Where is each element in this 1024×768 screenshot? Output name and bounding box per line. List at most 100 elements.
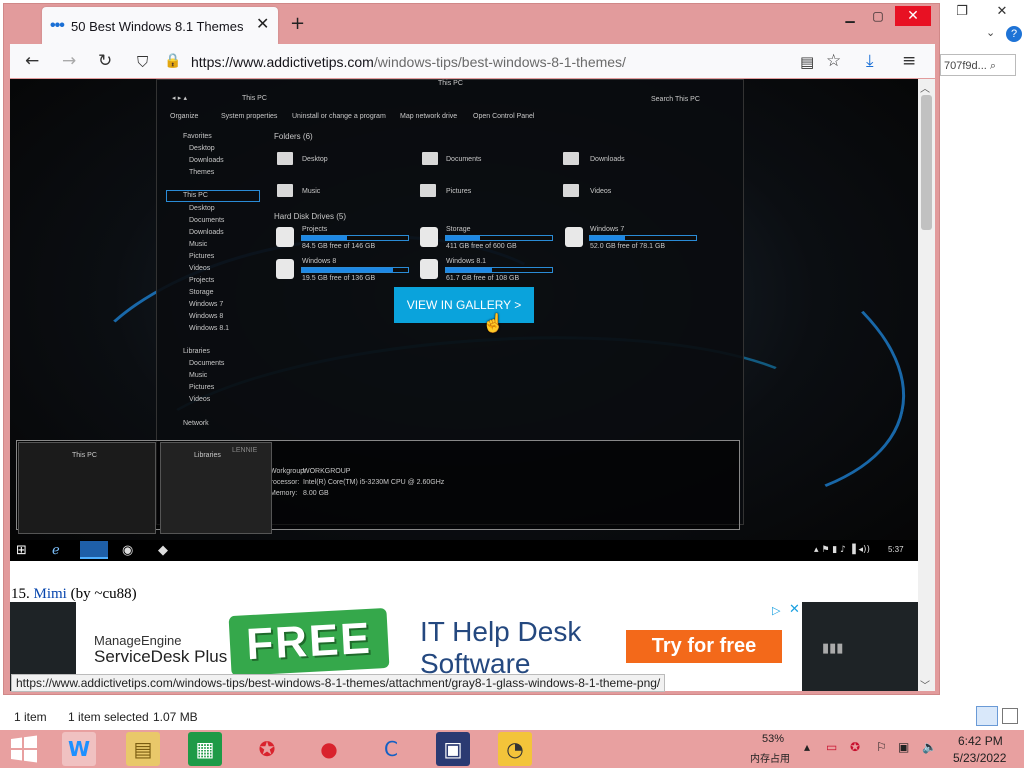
tray-icons: ▴ ⚑ ▮ ♪ ▐ ◂)) (814, 545, 871, 555)
tree-lib-item: Documents (189, 360, 225, 367)
tree-fav-item: Themes (189, 169, 215, 176)
tray-antivirus-icon[interactable]: ✪ (850, 740, 860, 754)
reload-icon[interactable]: ↻ (98, 51, 112, 71)
background-search-input[interactable]: 707f9d... ⌕ (940, 54, 1016, 76)
drive-icon (276, 227, 294, 247)
tree-pc-item: Windows 7 (189, 301, 224, 308)
new-tab-icon[interactable]: + (290, 13, 305, 34)
tree-lib-item: Pictures (189, 384, 215, 391)
search-text: 707f9d... (944, 60, 987, 72)
drive-name: Windows 8.1 (446, 258, 487, 265)
reader-view-icon[interactable]: ▤ (800, 53, 814, 71)
screenshot-clock: 5:37 (888, 545, 904, 554)
explorer-toolbar-organize: Organize (170, 113, 199, 120)
view-in-gallery-button[interactable]: VIEW IN GALLERY > (394, 287, 534, 323)
thumbnail-title: LENNIE (232, 447, 258, 454)
videos-folder-icon (563, 184, 579, 197)
memory-label: 内存占用 (750, 754, 790, 765)
file-explorer-icon[interactable]: ▤ (126, 732, 160, 766)
downloads-icon[interactable]: ⤓ (866, 51, 874, 71)
tree-pc-item: Music (189, 241, 208, 248)
tree-pc-item: Pictures (189, 253, 215, 260)
explorer-toolbar-uninstall: Uninstall or change a program (292, 113, 386, 120)
screenshot-tool-icon[interactable]: ▣ (436, 732, 470, 766)
taskbar-date[interactable]: 5/23/2022 (953, 751, 1006, 765)
drives-header: Hard Disk Drives (5) (274, 212, 347, 221)
windows-logo-icon (11, 735, 37, 763)
ad-try-free-button[interactable]: Try for free (626, 630, 782, 663)
thumbnail-title: Libraries (194, 452, 221, 459)
drive-usage-bar (589, 235, 697, 241)
tiles-view-icon[interactable] (1002, 708, 1018, 724)
drive-usage-bar (301, 267, 409, 273)
status-selected: 1 item selected (68, 710, 149, 724)
maximize-icon[interactable]: ▢ (860, 6, 896, 26)
drive-free: 411 GB free of 600 GB (446, 243, 517, 250)
folder-label: Desktop (302, 156, 328, 163)
section-heading: 15. Mimi (by ~cu88) (11, 586, 137, 603)
drive-free: 19.5 GB free of 136 GB (302, 275, 376, 282)
scroll-down-icon[interactable]: ﹀ (920, 677, 930, 692)
excel-icon[interactable]: ▦ (188, 732, 222, 766)
scrollbar-thumb[interactable] (921, 95, 932, 230)
network-icon[interactable]: ▣ (898, 740, 909, 754)
adchoices-icon[interactable]: ▷ (772, 604, 780, 617)
drive-name: Storage (446, 226, 471, 233)
back-icon[interactable]: ← (25, 51, 39, 71)
ie-icon: ℯ (52, 543, 60, 558)
explorer-back-icon: ◂ ▸ ▴ (172, 94, 187, 102)
ccleaner-icon[interactable]: C (374, 732, 408, 766)
drive-free: 61.7 GB free of 108 GB (446, 275, 520, 282)
details-workgroup-label: Workgroup: (270, 468, 307, 475)
taskbar-time[interactable]: 6:42 PM (958, 734, 1003, 748)
scroll-up-icon[interactable]: ︿ (920, 80, 930, 95)
folder-label: Videos (590, 188, 612, 195)
tree-pc-item: Videos (189, 265, 211, 272)
app-icon: ◆ (158, 543, 168, 558)
folders-header: Folders (6) (274, 132, 313, 141)
help-icon[interactable]: ? (1006, 26, 1022, 42)
restore-icon[interactable]: ❐ (942, 0, 982, 22)
forward-icon[interactable]: → (62, 51, 76, 71)
flag-icon[interactable]: ⚐ (876, 740, 887, 754)
chat-app-icon[interactable]: ◔ (498, 732, 532, 766)
memory-percent: 53% (762, 733, 785, 745)
url-path: /windows-tips/best-windows-8-1-themes/ (373, 54, 626, 70)
window-close-icon[interactable]: ✕ (895, 6, 931, 26)
tree-network: Network (183, 420, 209, 427)
close-icon[interactable]: ✕ (982, 0, 1022, 22)
ad-close-icon[interactable]: ✕ (789, 602, 800, 617)
screen-recorder-icon[interactable]: ● (312, 732, 346, 766)
explorer-breadcrumb: This PC (242, 95, 267, 102)
start-button[interactable] (8, 734, 40, 764)
drive-name: Windows 8 (302, 258, 337, 265)
mimi-link[interactable]: Mimi (34, 586, 67, 602)
tab-close-icon[interactable]: ✕ (256, 14, 269, 33)
tab-title: 50 Best Windows 8.1 Themes (71, 19, 244, 34)
search-icon: ⌕ (989, 59, 997, 72)
antivirus-icon[interactable]: ✪ (250, 732, 284, 766)
explorer-toolbar-control: Open Control Panel (473, 113, 535, 120)
windows-logo-icon: ⊞ (16, 543, 27, 558)
tray-expand-icon[interactable]: ▴ (804, 740, 810, 754)
drive-usage-bar (445, 235, 553, 241)
tree-pc-item: Downloads (189, 229, 224, 236)
folder-label: Music (302, 188, 321, 195)
url-text[interactable]: https://www.addictivetips.com/windows-ti… (191, 54, 626, 70)
bookmark-star-icon[interactable]: ☆ (826, 51, 841, 71)
wps-icon[interactable]: W (62, 732, 96, 766)
tree-thispc: This PC (183, 192, 208, 199)
tree-pc-item: Desktop (189, 205, 215, 212)
explorer-title: This PC (438, 80, 463, 87)
tree-pc-item: Documents (189, 217, 225, 224)
explorer-toolbar-map: Map network drive (400, 113, 458, 120)
tray-app-icon[interactable]: ▭ (826, 740, 837, 754)
details-view-icon[interactable] (976, 706, 998, 726)
drive-name: Projects (302, 226, 328, 233)
menu-icon[interactable]: ≡ (902, 51, 916, 71)
status-item-count: 1 item (14, 710, 47, 724)
chevron-down-icon[interactable]: ⌄ (986, 26, 995, 39)
volume-muted-icon[interactable]: 🔈 (922, 740, 937, 754)
status-size: 1.07 MB (153, 710, 198, 724)
thumbnail-title: This PC (72, 452, 97, 459)
